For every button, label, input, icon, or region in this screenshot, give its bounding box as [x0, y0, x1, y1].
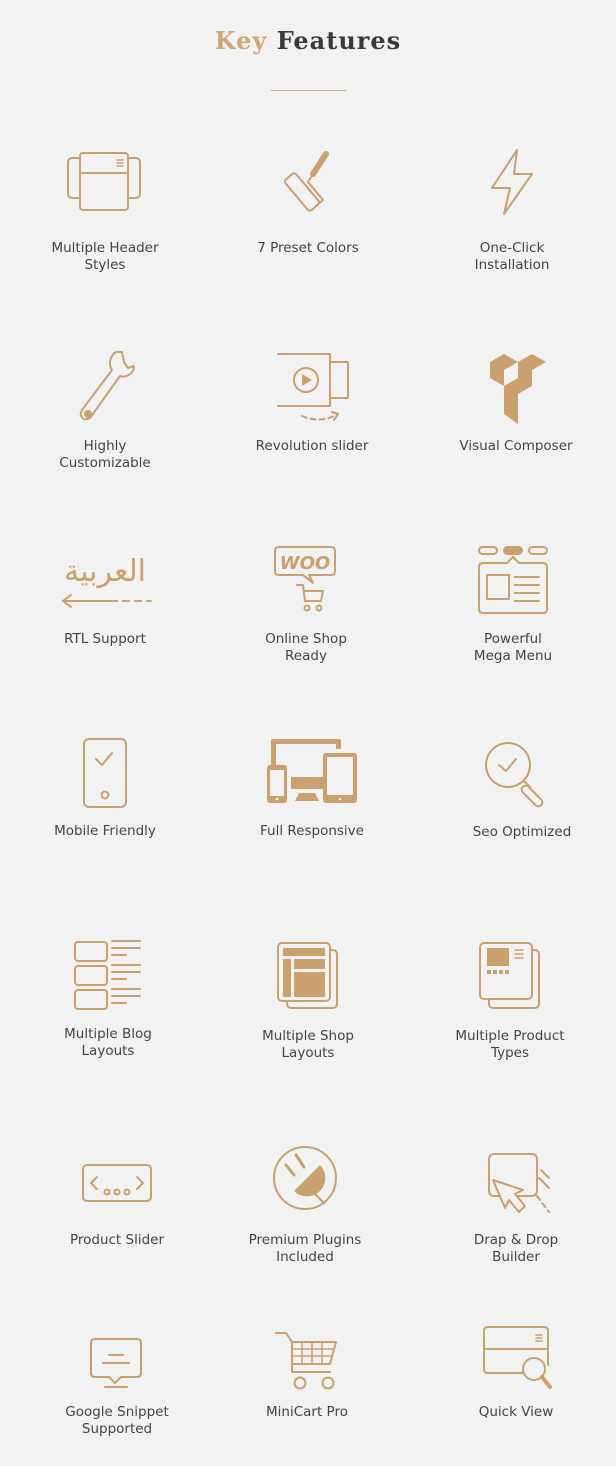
magnifier-check-icon [485, 742, 544, 808]
feature-label: Mobile Friendly [54, 823, 156, 839]
feature-one-click-installation: One-Click Installation [422, 148, 602, 273]
feature-visual-composer: Visual Composer [426, 348, 606, 454]
feature-label: Drap & Drop Builder [473, 1232, 559, 1265]
title-accent: Key [214, 26, 268, 55]
feature-label: Powerful Mega Menu [473, 631, 553, 664]
feature-label: Visual Composer [459, 438, 573, 454]
feature-label: One-Click Installation [474, 240, 550, 273]
feature-label: MiniCart Pro [266, 1404, 348, 1420]
slider-arrows-icon [82, 1164, 152, 1202]
feature-label: Product Slider [69, 1232, 165, 1248]
feature-online-shop-ready: WOO Online Shop Ready [216, 545, 396, 664]
drag-cursor-icon [488, 1153, 550, 1213]
mega-menu-icon [478, 546, 548, 614]
feature-label: Google Snippet Supported [65, 1404, 169, 1437]
rtl-text: العربية [64, 554, 146, 589]
feature-label: RTL Support [64, 631, 146, 647]
feature-revolution-slider: Revolution slider [222, 348, 402, 454]
product-types-icon [479, 942, 540, 1009]
svg-text:WOO: WOO [280, 553, 330, 574]
feature-premium-plugins: Premium Plugins Included [215, 1145, 395, 1265]
feature-drag-drop-builder: Drap & Drop Builder [426, 1150, 606, 1265]
page-title: Key Features [0, 26, 616, 55]
feature-label: Revolution slider [255, 438, 369, 454]
quick-view-icon [483, 1326, 552, 1389]
feature-full-responsive: Full Responsive [222, 737, 402, 839]
feature-quick-view: Quick View [426, 1325, 606, 1420]
feature-rtl-support: العربية RTL Support [15, 545, 195, 647]
feature-label: 7 Preset Colors [257, 240, 359, 256]
feature-google-snippet: Google Snippet Supported [27, 1335, 207, 1437]
title-rest: Features [276, 26, 402, 55]
feature-multiple-blog-layouts: Multiple Blog Layouts [18, 938, 198, 1059]
plug-icon [273, 1146, 337, 1210]
feature-label: Highly Customizable [59, 438, 151, 471]
feature-product-slider: Product Slider [27, 1145, 207, 1248]
speech-snippet-icon [90, 1338, 142, 1388]
visual-composer-logo-icon [490, 354, 546, 424]
feature-highly-customizable: Highly Customizable [15, 348, 195, 471]
feature-label: Multiple Shop Layouts [262, 1028, 354, 1061]
shop-layout-icon [277, 942, 338, 1009]
feature-multiple-header-styles: Multiple Header Styles [15, 148, 195, 273]
feature-label: Quick View [478, 1404, 554, 1420]
feature-multiple-shop-layouts: Multiple Shop Layouts [218, 940, 398, 1061]
feature-label: Online Shop Ready [265, 631, 347, 664]
arabic-rtl-icon: العربية [62, 554, 152, 608]
lightning-bolt-icon [491, 149, 533, 215]
responsive-devices-icon [267, 739, 357, 803]
header-layout-icon [67, 152, 141, 211]
woocommerce-cart-icon: WOO [274, 546, 336, 612]
mobile-check-icon [83, 738, 127, 808]
feature-label: Premium Plugins Included [248, 1232, 362, 1265]
wrench-icon [79, 351, 135, 421]
paint-roller-icon [284, 151, 329, 212]
feature-preset-colors: 7 Preset Colors [218, 148, 398, 256]
video-slider-icon [277, 353, 349, 421]
feature-mobile-friendly: Mobile Friendly [15, 737, 195, 839]
feature-seo-optimized: Seo Optimized [432, 737, 612, 840]
feature-label: Multiple Product Types [455, 1028, 565, 1061]
feature-label: Seo Optimized [472, 824, 572, 840]
blog-list-icon [74, 940, 141, 1010]
feature-minicart-pro: MiniCart Pro [217, 1330, 397, 1420]
feature-label: Multiple Header Styles [51, 240, 159, 273]
title-divider [271, 90, 346, 91]
shopping-cart-icon [275, 1332, 337, 1390]
feature-mega-menu: Powerful Mega Menu [423, 545, 603, 664]
feature-multiple-product-types: Multiple Product Types [420, 940, 600, 1061]
feature-label: Multiple Blog Layouts [64, 1026, 152, 1059]
feature-label: Full Responsive [260, 823, 364, 839]
